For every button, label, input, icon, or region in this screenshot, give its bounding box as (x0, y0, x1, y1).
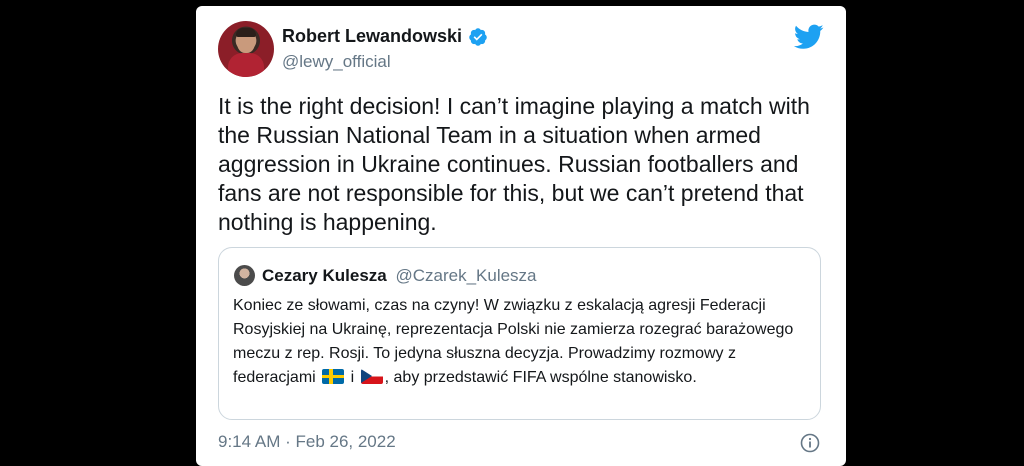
quoted-tweet[interactable]: Cezary Kulesza @Czarek_Kulesza Koniec ze… (218, 247, 821, 420)
quoted-author-avatar[interactable] (234, 265, 255, 286)
twitter-bird-icon[interactable] (794, 24, 824, 50)
quoted-author-handle[interactable]: @Czarek_Kulesza (395, 266, 536, 285)
tweet-card: Robert Lewandowski @lewy_official It is … (196, 6, 846, 466)
verified-badge-icon (469, 27, 487, 46)
tweet-timestamp[interactable]: 9:14 AM · Feb 26, 2022 (218, 432, 396, 452)
author-handle[interactable]: @lewy_official (282, 52, 391, 72)
author-name-row: Robert Lewandowski (282, 26, 488, 47)
czech-flag-icon (360, 369, 383, 384)
quoted-author-row: Cezary Kulesza @Czarek_Kulesza (262, 266, 537, 286)
author-name[interactable]: Robert Lewandowski (282, 26, 462, 47)
quoted-text-part2: , aby przedstawić FIFA wspólne stanowisk… (384, 369, 697, 386)
quoted-author-name[interactable]: Cezary Kulesza (262, 266, 387, 285)
quoted-text-between: i (350, 369, 355, 386)
quoted-tweet-text: Koniec ze słowami, czas na czyny! W zwią… (233, 294, 808, 390)
tweet-text: It is the right decision! I can’t imagin… (218, 93, 810, 235)
sweden-flag-icon (322, 369, 345, 384)
info-icon[interactable] (800, 433, 820, 453)
author-avatar[interactable] (218, 21, 274, 77)
